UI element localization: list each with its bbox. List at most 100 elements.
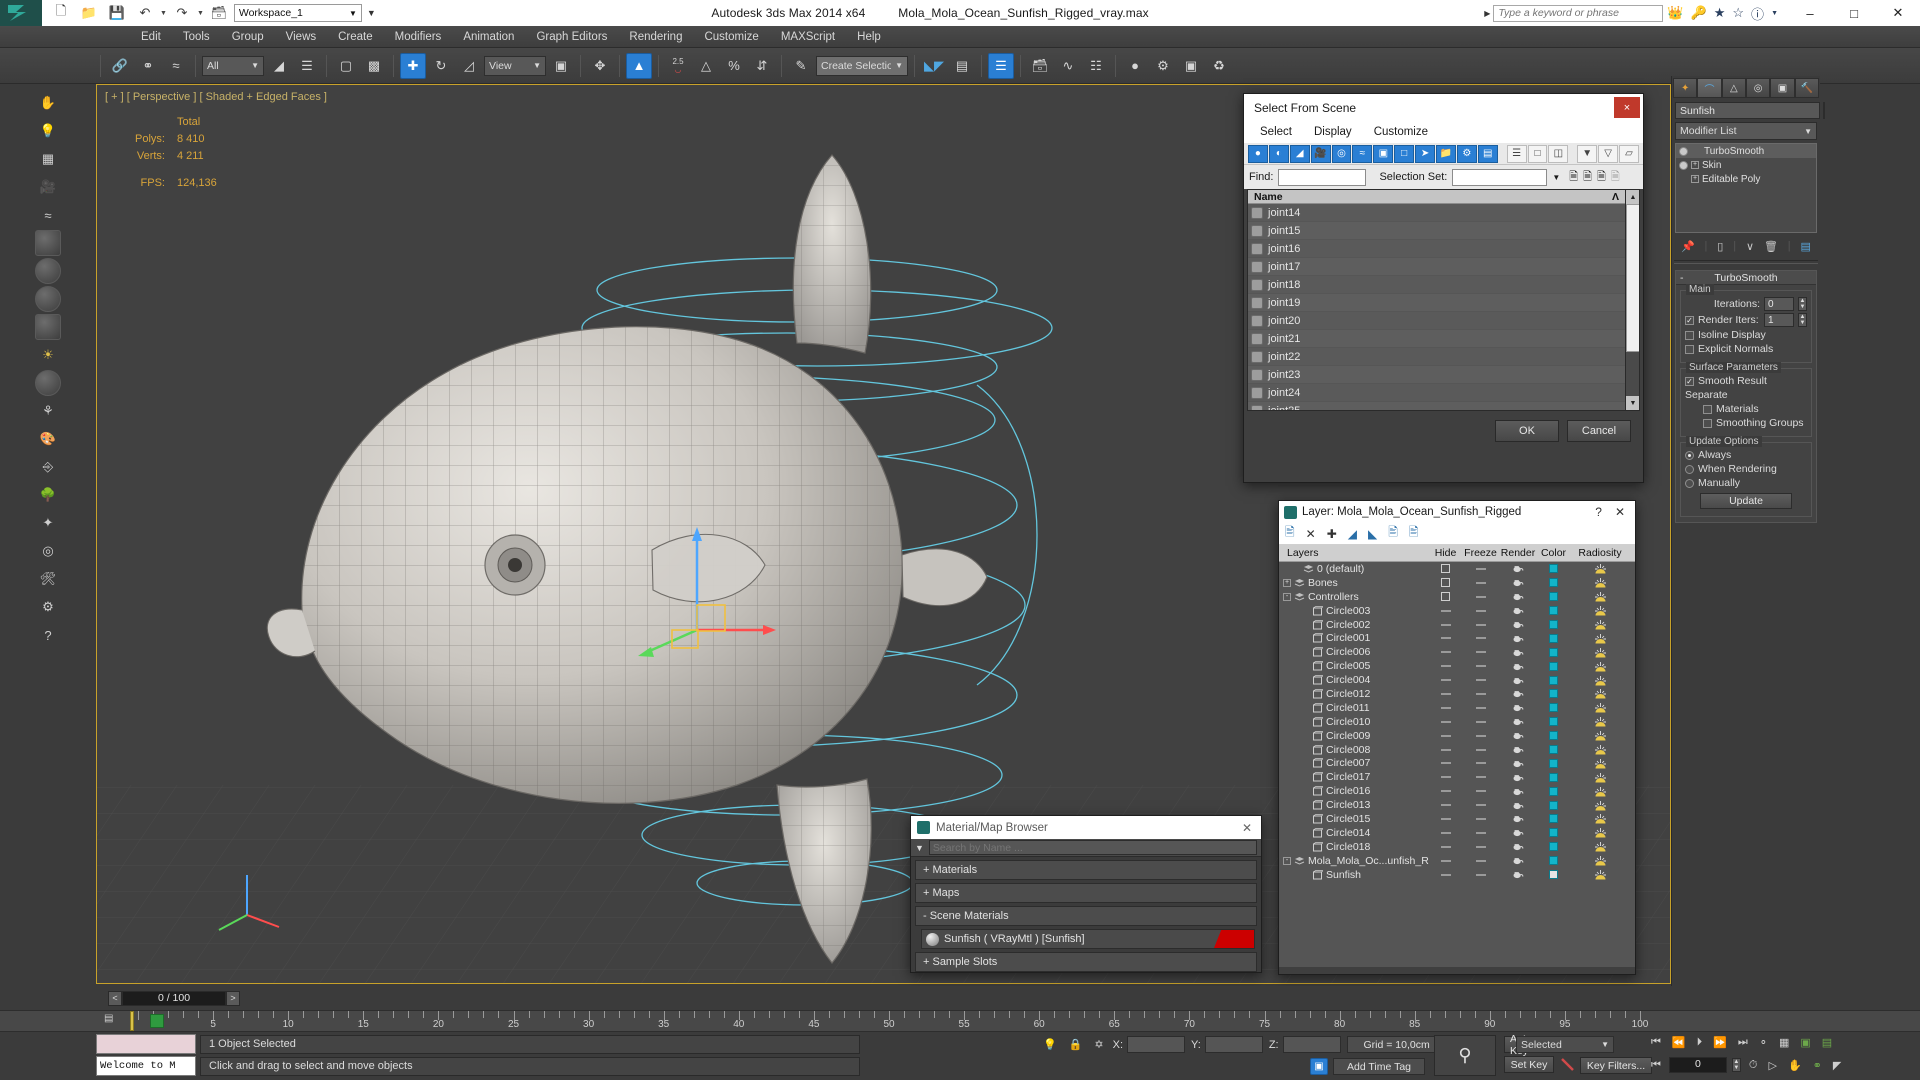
window-crossing-toggle-icon[interactable]: ▩ [361,53,387,79]
frame-spinner-icon[interactable]: ▲ ▼ [1731,1058,1741,1072]
shapes-filter-icon[interactable]: ◐ [1268,144,1289,163]
rectangular-selection-region-icon[interactable]: ▢ [333,53,359,79]
freeze-cell[interactable] [1462,845,1499,848]
color-cell[interactable] [1537,786,1570,796]
zoom-extents-selected-icon[interactable]: ▣ [1797,1036,1813,1049]
scrollbar-thumb[interactable] [1626,204,1639,352]
layer-name-cell[interactable]: - Controllers [1279,591,1429,603]
hide-cell[interactable] [1429,692,1462,695]
layer-row[interactable]: + Bones [1279,576,1635,590]
object-color-swatch[interactable] [1823,102,1825,119]
display-tab[interactable]: ▣ [1770,78,1795,98]
render-cell[interactable] [1499,801,1537,810]
radiosity-cell[interactable] [1570,605,1630,616]
render-cell[interactable] [1499,773,1537,782]
render-cell[interactable] [1499,717,1537,726]
close-icon[interactable]: ✕ [1242,821,1261,835]
filter-settings-icon[interactable]: ▽ [1598,144,1619,163]
find-input[interactable] [1278,168,1367,186]
layer-color-swatch[interactable] [1549,814,1558,824]
zoom-extents-all-icon[interactable]: ▦ [1776,1036,1792,1049]
utilities-tool-icon[interactable]: ⚙ [35,594,61,620]
rendered-frame-window-icon[interactable]: ▣ [1178,53,1204,79]
expand-icon[interactable]: + [1283,578,1291,587]
menu-item-display[interactable]: Display [1314,126,1352,138]
set-key-indicator-icon[interactable] [1560,1057,1576,1073]
select-and-move-icon[interactable]: ✚ [400,52,426,79]
current-frame-field[interactable]: 0 / 100 [122,990,226,1006]
layer-name-cell[interactable]: + Bones [1279,577,1429,589]
section-materials[interactable]: + Materials [915,860,1257,880]
render-cell[interactable] [1499,592,1537,601]
track-bar-toggle-icon[interactable]: ▤ [104,1013,126,1031]
filter-funnel-icon[interactable]: ▼ [915,843,924,853]
select-and-scale-icon[interactable]: ◿ [456,53,482,79]
key-mode-toggle[interactable]: ⚲ [1434,1035,1496,1076]
percent-snap-toggle-icon[interactable]: % [721,53,747,79]
col-hide[interactable]: Hide [1429,547,1462,559]
modifier-stack-item-skin[interactable]: + Skin [1676,158,1816,172]
selection-set-menu-icon[interactable]: 🗎 [1611,168,1620,187]
hide-cell[interactable] [1429,845,1462,848]
list-column-header[interactable]: Name Λ [1248,190,1639,204]
color-cell[interactable] [1537,578,1570,588]
named-selection-set-combo[interactable]: Create Selection Se ▼ [816,55,908,76]
color-cell[interactable] [1537,606,1570,616]
layer-name-cell[interactable]: Circle006 [1279,646,1429,658]
freeze-cell[interactable] [1462,873,1499,876]
menu-item-select[interactable]: Select [1260,126,1292,138]
render-cell[interactable] [1499,731,1537,740]
undo-dropdown-icon[interactable]: ▼ [160,10,167,17]
hide-cell[interactable] [1429,665,1462,668]
highlight-selected-icon[interactable]: 🖹 [1388,523,1398,544]
all-filter-icon[interactable]: ▤ [1477,144,1498,163]
particle-tool-icon[interactable]: ✦ [35,510,61,536]
binoculars-icon[interactable]: 👑 [1667,5,1683,21]
update-manually-row[interactable]: Manually [1685,477,1807,489]
add-selection-set-icon[interactable]: 🗎 [1569,168,1578,187]
scene-list-row[interactable]: joint22 [1248,348,1639,366]
render-cell[interactable] [1499,662,1537,671]
scroll-up-icon[interactable]: ▲ [1626,190,1639,204]
close-icon[interactable]: × [1614,97,1640,118]
hide-cell[interactable] [1429,762,1462,765]
create-new-layer-icon[interactable]: 🖹 [1285,523,1295,544]
select-and-link-icon[interactable]: 🔗 [107,53,133,79]
render-cell[interactable] [1499,842,1537,851]
layer-row[interactable]: Circle007 [1279,756,1635,770]
layer-list[interactable]: 0 (default) + Bones - Controllers Circle003 Ci… [1279,562,1635,967]
update-always-row[interactable]: Always [1685,449,1807,461]
layer-row[interactable]: - Controllers [1279,590,1635,604]
layer-name-cell[interactable]: Circle005 [1279,660,1429,672]
zoom-all-icon[interactable]: ▤ [1819,1036,1835,1049]
freeze-cell[interactable] [1462,623,1499,626]
radiosity-cell[interactable] [1570,702,1630,713]
modifier-stack-item-editable-poly[interactable]: + Editable Poly [1676,172,1816,186]
layer-color-swatch[interactable] [1549,717,1558,727]
col-layers[interactable]: Layers [1279,547,1429,559]
color-cell[interactable] [1537,800,1570,810]
col-radiosity[interactable]: Radiosity [1570,547,1630,559]
render-cell[interactable] [1499,745,1537,754]
hair-tool-icon[interactable]: ⚘ [35,398,61,424]
radiosity-cell[interactable] [1570,619,1630,630]
use-pivot-center-icon[interactable]: ▣ [548,53,574,79]
hide-cell[interactable] [1429,804,1462,807]
layer-name-cell[interactable]: Circle012 [1279,688,1429,700]
color-cell[interactable] [1537,675,1570,685]
lights-filter-icon[interactable]: ◢ [1289,144,1310,163]
undo-icon[interactable]: ↶ [132,0,158,26]
section-scene-materials[interactable]: - Scene Materials [915,906,1257,926]
render-cell[interactable] [1499,564,1537,573]
key-mode-toggle-icon[interactable]: ⚬ [1756,1036,1771,1049]
column-settings-icon[interactable]: ▱ [1619,144,1639,163]
open-file-icon[interactable]: 📁 [76,0,102,26]
layer-name-cell[interactable]: Circle008 [1279,744,1429,756]
delete-layer-icon[interactable]: ✕ [1306,527,1316,541]
scene-list-row[interactable]: joint20 [1248,312,1639,330]
layer-row[interactable]: Circle016 [1279,784,1635,798]
selection-set-input[interactable] [1452,168,1548,186]
keyframe-marker[interactable] [150,1014,164,1028]
render-cell[interactable] [1499,856,1537,865]
y-field[interactable] [1204,1036,1263,1053]
